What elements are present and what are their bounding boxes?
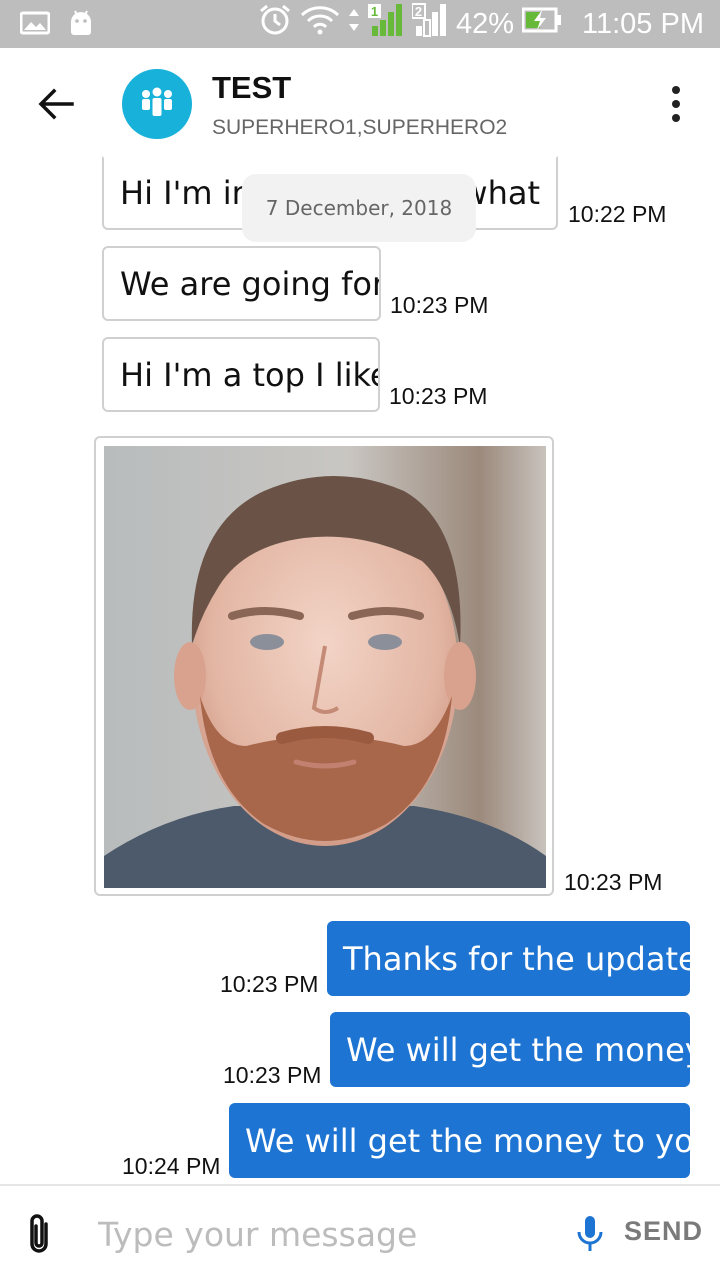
message-bubble-incoming[interactable]: Hi I'm a top I like [102,337,380,412]
message-bubble-incoming[interactable]: We are going for [102,246,381,321]
message-text: We are going for [120,264,381,303]
group-icon [140,87,174,121]
status-bar: 1 2 42% 11:05 PM [0,0,720,48]
svg-text:2: 2 [415,4,422,19]
message-bubble-outgoing[interactable]: Thanks for the update [327,921,698,996]
message-time: 10:24 PM [122,1153,221,1179]
message-text: We will get the money [346,1030,704,1069]
signal-sim2-icon: 2 [410,2,448,46]
message-time: 10:23 PM [564,869,663,895]
data-arrows-icon [348,7,360,41]
date-chip: 7 December, 2018 [242,174,476,242]
overflow-menu-icon[interactable] [668,86,684,122]
battery-percent: 42% [455,7,515,40]
chat-members[interactable]: SUPERHERO1,SUPERHERO2 [212,116,512,140]
message-text: We will get the money to you [245,1121,714,1160]
message-text: Hi I'm a top I like [120,355,380,394]
message-time: 10:23 PM [223,1062,322,1088]
message-time: 10:23 PM [390,292,489,318]
message-time: 10:23 PM [220,971,319,997]
microphone-icon[interactable] [576,1214,604,1254]
svg-text:1: 1 [371,4,378,19]
battery-charging-icon [521,7,562,41]
android-icon [68,10,94,40]
image-message[interactable] [94,436,554,896]
attachment-icon[interactable] [24,1212,54,1256]
gallery-icon [19,11,51,39]
message-composer: SEND [0,1184,720,1280]
group-avatar[interactable] [122,69,192,139]
photo[interactable] [104,446,546,888]
message-text: Thanks for the update [343,939,698,978]
alarm-icon [258,3,292,45]
app-bar: TEST SUPERHERO1,SUPERHERO2 [0,48,720,162]
back-arrow-icon[interactable] [36,86,76,122]
wifi-icon [300,5,340,43]
message-bubble-outgoing[interactable]: We will get the money [330,1012,704,1087]
signal-sim1-icon: 1 [367,2,404,46]
message-bubble-outgoing[interactable]: We will get the money to you [229,1103,714,1178]
message-time: 10:22 PM [568,201,667,227]
send-button[interactable]: SEND [624,1216,703,1247]
message-input[interactable] [98,1204,558,1264]
status-time: 11:05 PM [582,7,704,40]
chat-title[interactable]: TEST [212,70,291,106]
message-time: 10:23 PM [389,383,488,409]
